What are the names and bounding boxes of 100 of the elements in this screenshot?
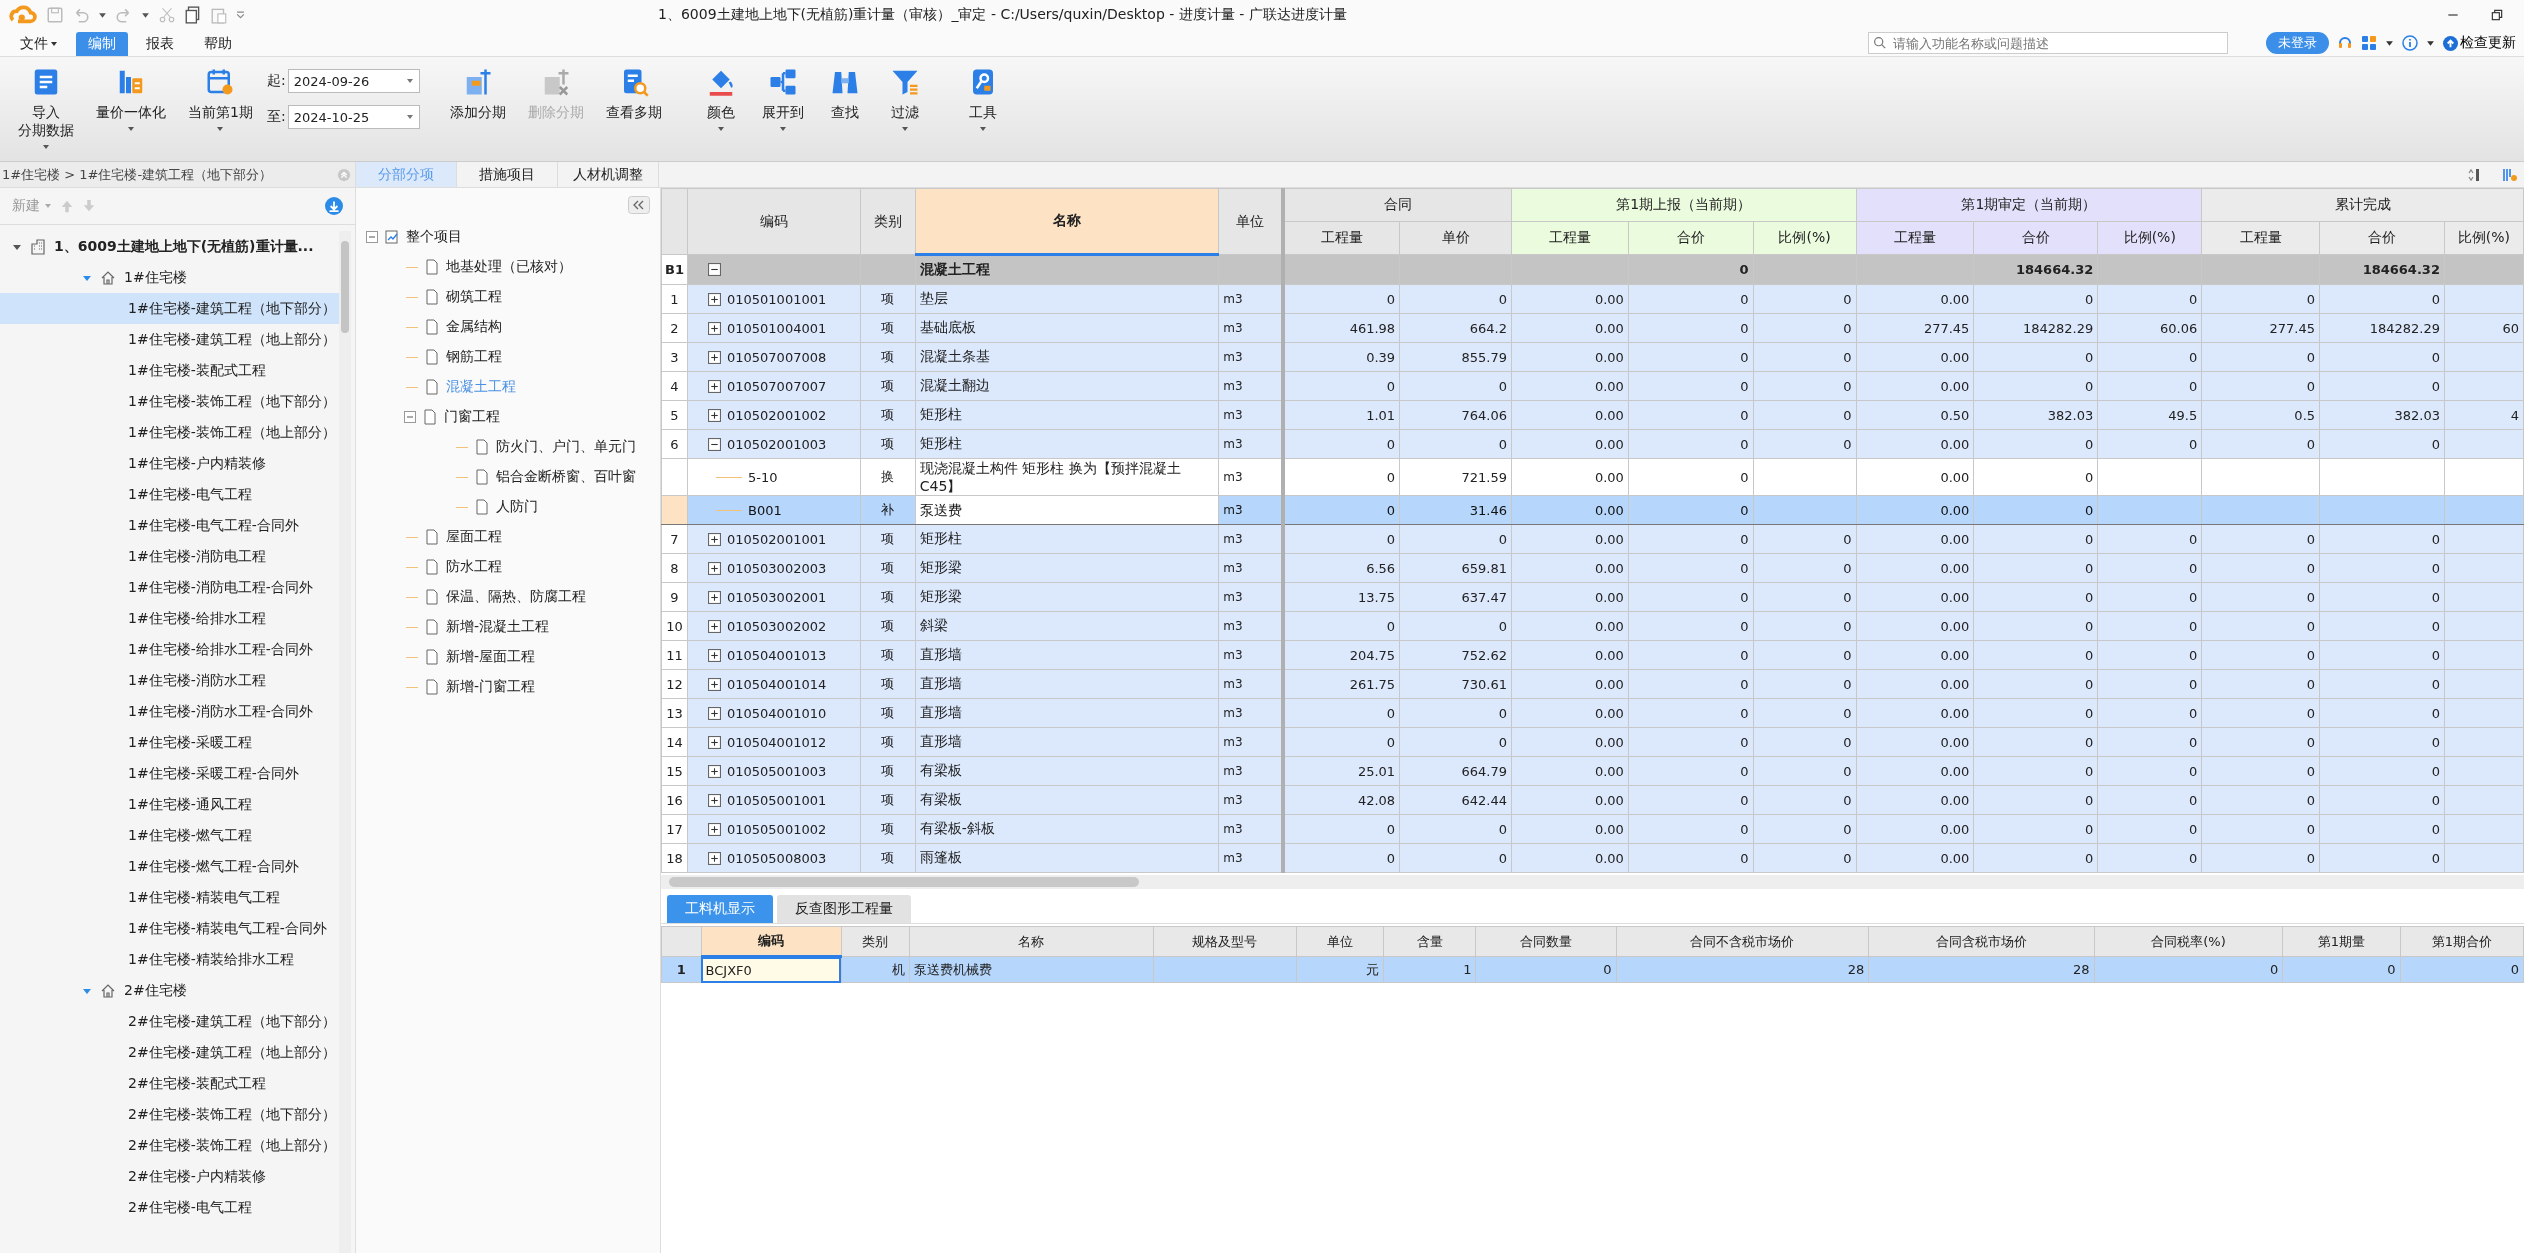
start-date-field[interactable]: 2024-09-26 bbox=[287, 69, 420, 93]
table-row[interactable]: 1 010501001001 项 垫层 m3 0 0 0.00 0 0 0.00 0 0 0 0 bbox=[661, 284, 2524, 314]
table-row[interactable]: 1 BCJXF0 机 泵送费机械费 元 1 0 28 28 0 0 0 bbox=[661, 956, 2524, 983]
tree-item[interactable]: 1#住宅楼-电气工程-合同外 bbox=[0, 510, 339, 541]
copy-icon[interactable] bbox=[184, 6, 202, 24]
outline-item[interactable]: 防火门、户门、单元门 bbox=[356, 432, 660, 462]
tree-item[interactable]: 1#住宅楼-电气工程 bbox=[0, 479, 339, 510]
table-row[interactable]: 14 010504001012 项 直形墙 m3 0 0 0.00 0 0 0.00 0 0 0 0 bbox=[661, 727, 2524, 757]
table-row[interactable]: 18 010505008003 项 雨篷板 m3 0 0 0.00 0 0 0.00 0 0 0 0 bbox=[661, 843, 2524, 873]
column-header[interactable]: 类别 bbox=[860, 188, 916, 255]
plus-box-icon[interactable] bbox=[708, 619, 721, 633]
caret-icon[interactable] bbox=[141, 10, 150, 20]
plus-box-icon[interactable] bbox=[708, 706, 721, 720]
column-header[interactable]: 合价 bbox=[1973, 221, 2098, 255]
ribbon-button[interactable]: 添加分期 bbox=[441, 63, 514, 125]
menu-tab[interactable]: 帮助 bbox=[192, 32, 244, 56]
search-field[interactable]: 请输入功能名称或问题描述 bbox=[1868, 32, 2228, 54]
tree-item[interactable]: 2#住宅楼-装饰工程（地上部分） bbox=[0, 1130, 339, 1161]
column-header[interactable]: 第1期合价 bbox=[2400, 926, 2524, 957]
tree-item[interactable]: 1#住宅楼-精装给排水工程 bbox=[0, 944, 339, 975]
table-row[interactable]: B1 混凝土工程 0 184664.32 184664.32 bbox=[661, 254, 2524, 285]
column-header[interactable]: 比例(%) bbox=[2444, 221, 2524, 255]
tree-item[interactable]: 1、6009土建地上地下(无植筋)重计量... bbox=[0, 231, 339, 262]
column-header[interactable]: 合同不含税市场价 bbox=[1616, 926, 1869, 957]
table-row[interactable]: 4 010507007007 项 混凝土翻边 m3 0 0 0.00 0 0 0.00 0 0 0 0 bbox=[661, 371, 2524, 401]
headset-icon[interactable] bbox=[2337, 35, 2353, 51]
outline-item[interactable]: 地基处理（已核对） bbox=[356, 252, 660, 282]
table-row[interactable]: 17 010505001002 项 有梁板-斜板 m3 0 0 0.00 0 0 0.00 0 0 0 0 bbox=[661, 814, 2524, 844]
info-icon[interactable] bbox=[2402, 35, 2418, 51]
column-header[interactable]: 单位 bbox=[1296, 926, 1384, 957]
plus-box-icon[interactable] bbox=[708, 677, 721, 691]
scrollbar-thumb[interactable] bbox=[669, 877, 1139, 887]
ribbon-button[interactable]: 展开到 bbox=[753, 63, 812, 137]
plus-box-icon[interactable] bbox=[708, 735, 721, 749]
column-header[interactable]: 工程量 bbox=[1511, 221, 1629, 255]
column-settings-icon[interactable] bbox=[2502, 166, 2518, 183]
table-row[interactable]: 16 010505001001 项 有梁板 m3 42.08 642.44 0.00 0 0 0.00 0 0 0 0 bbox=[661, 785, 2524, 815]
apps-icon[interactable] bbox=[2361, 35, 2377, 51]
restore-icon[interactable] bbox=[2490, 8, 2504, 22]
outline-item[interactable]: 保温、隔热、防腐工程 bbox=[356, 582, 660, 612]
column-header[interactable]: 工程量 bbox=[1282, 221, 1400, 255]
plus-box-icon[interactable] bbox=[708, 350, 721, 364]
outline-item[interactable]: 铝合金断桥窗、百叶窗 bbox=[356, 462, 660, 492]
tree-item[interactable]: 1#住宅楼-装饰工程（地下部分） bbox=[0, 386, 339, 417]
table-row[interactable]: B001 补 泵送费 m3 0 31.46 0.00 0 0.00 0 bbox=[661, 495, 2524, 525]
download-icon[interactable] bbox=[325, 197, 343, 215]
caret-icon[interactable] bbox=[2385, 38, 2394, 48]
column-header[interactable]: 名称 bbox=[915, 188, 1219, 255]
outline-item[interactable]: 新增-混凝土工程 bbox=[356, 612, 660, 642]
outline-item[interactable]: 新增-屋面工程 bbox=[356, 642, 660, 672]
tree-item[interactable]: 1#住宅楼-精装电气工程-合同外 bbox=[0, 913, 339, 944]
tree-item[interactable]: 1#住宅楼-消防电工程 bbox=[0, 541, 339, 572]
table-row[interactable]: 9 010503002001 项 矩形梁 m3 13.75 637.47 0.00 0 0 0.00 0 0 0 0 bbox=[661, 582, 2524, 612]
table-row[interactable]: 6 010502001003 项 矩形柱 m3 0 0 0.00 0 0 0.00 0 0 0 0 bbox=[661, 429, 2524, 459]
tree-item[interactable]: 1#住宅楼-消防电工程-合同外 bbox=[0, 572, 339, 603]
plus-box-icon[interactable] bbox=[708, 321, 721, 335]
ribbon-button[interactable]: 量价一体化 bbox=[88, 63, 174, 137]
tree-item[interactable]: 1#住宅楼-消防水工程 bbox=[0, 665, 339, 696]
table-row[interactable]: 11 010504001013 项 直形墙 m3 204.75 752.62 0.00 0 0 0.00 0 0 0 0 bbox=[661, 640, 2524, 670]
outline-item[interactable]: 金属结构 bbox=[356, 312, 660, 342]
plus-box-icon[interactable] bbox=[708, 851, 721, 865]
column-header[interactable]: 含量 bbox=[1383, 926, 1476, 957]
tree-item[interactable]: 1#住宅楼-燃气工程-合同外 bbox=[0, 851, 339, 882]
ribbon-button[interactable]: 工具 bbox=[955, 63, 1010, 137]
plus-box-icon[interactable] bbox=[708, 292, 721, 306]
column-header[interactable]: 合价 bbox=[2319, 221, 2445, 255]
column-header[interactable]: 比例(%) bbox=[2097, 221, 2202, 255]
table-row[interactable]: 12 010504001014 项 直形墙 m3 261.75 730.61 0.00 0 0 0.00 0 0 0 0 bbox=[661, 669, 2524, 699]
view-tab[interactable]: 人材机调整 bbox=[558, 162, 659, 187]
scrollbar[interactable] bbox=[339, 231, 351, 1253]
tree-item[interactable]: 1#住宅楼-户内精装修 bbox=[0, 448, 339, 479]
tree-item[interactable]: 1#住宅楼-建筑工程（地上部分） bbox=[0, 324, 339, 355]
table-row[interactable]: 7 010502001001 项 矩形柱 m3 0 0 0.00 0 0 0.00 0 0 0 0 bbox=[661, 524, 2524, 554]
column-header[interactable]: 编码 bbox=[701, 926, 842, 957]
plus-box-icon[interactable] bbox=[708, 822, 721, 836]
table-row[interactable]: 2 010501004001 项 基础底板 m3 461.98 664.2 0.00 0 0 277.45 184282.29 60.06 277.45 184282.29 60 bbox=[661, 313, 2524, 343]
tree-item[interactable]: 1#住宅楼-通风工程 bbox=[0, 789, 339, 820]
menu-tab[interactable]: 文件 bbox=[8, 32, 70, 56]
outline-item[interactable]: 钢筋工程 bbox=[356, 342, 660, 372]
table-row[interactable]: 5 010502001002 项 矩形柱 m3 1.01 764.06 0.00 0 0 0.50 382.03 49.5 0.5 382.03 4 bbox=[661, 400, 2524, 430]
column-header[interactable]: 单价 bbox=[1399, 221, 1512, 255]
column-header[interactable]: 合价 bbox=[1628, 221, 1754, 255]
sort-icon[interactable] bbox=[2466, 166, 2482, 183]
outline-item[interactable]: 门窗工程 bbox=[356, 402, 660, 432]
plus-box-icon[interactable] bbox=[708, 379, 721, 393]
column-header[interactable]: 合同含税市场价 bbox=[1868, 926, 2095, 957]
minus-box-icon[interactable] bbox=[708, 437, 721, 451]
column-header[interactable]: 合同税率(%) bbox=[2094, 926, 2283, 957]
scrollbar[interactable] bbox=[661, 875, 2524, 889]
column-header[interactable]: 比例(%) bbox=[1753, 221, 1857, 255]
tree-item[interactable]: 1#住宅楼-给排水工程-合同外 bbox=[0, 634, 339, 665]
tree-item[interactable]: 1#住宅楼-燃气工程 bbox=[0, 820, 339, 851]
end-date-field[interactable]: 2024-10-25 bbox=[287, 105, 420, 129]
tree-item[interactable]: 2#住宅楼-建筑工程（地下部分） bbox=[0, 1006, 339, 1037]
plus-box-icon[interactable] bbox=[708, 793, 721, 807]
menu-tab[interactable]: 报表 bbox=[134, 32, 186, 56]
column-header[interactable]: 编码 bbox=[687, 188, 861, 255]
plus-box-icon[interactable] bbox=[708, 648, 721, 662]
ribbon-button[interactable]: 过滤 bbox=[877, 63, 932, 137]
tree-item[interactable]: 1#住宅楼-采暖工程-合同外 bbox=[0, 758, 339, 789]
